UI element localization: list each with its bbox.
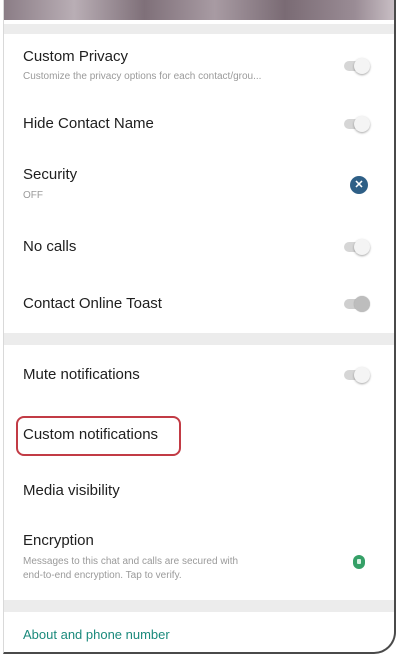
- hide-contact-name-row[interactable]: Hide Contact Name: [4, 100, 394, 150]
- hide-contact-name-title: Hide Contact Name: [23, 115, 154, 132]
- toggle-knob: [354, 116, 370, 132]
- custom-privacy-subtitle: Customize the privacy options for each c…: [23, 71, 262, 82]
- encryption-row[interactable]: Encryption Messages to this chat and cal…: [4, 524, 394, 594]
- encryption-subtitle-line1: Messages to this chat and calls are secu…: [23, 556, 239, 567]
- media-visibility-row[interactable]: Media visibility: [4, 472, 394, 512]
- media-visibility-title: Media visibility: [23, 482, 120, 499]
- mute-notifications-toggle[interactable]: [344, 367, 370, 383]
- contact-online-toast-title: Contact Online Toast: [23, 295, 162, 312]
- mute-notifications-title: Mute notifications: [23, 366, 140, 383]
- custom-notifications-row[interactable]: Custom notifications: [4, 416, 394, 456]
- toggle-knob: [354, 58, 370, 74]
- settings-screen: Custom Privacy Customize the privacy opt…: [3, 0, 396, 654]
- custom-privacy-toggle[interactable]: [344, 58, 370, 74]
- encryption-subtitle-line2: end-to-end encryption. Tap to verify.: [23, 570, 182, 581]
- custom-notifications-title: Custom notifications: [23, 426, 159, 443]
- toggle-knob: [354, 367, 370, 383]
- toggle-knob: [354, 239, 370, 255]
- no-calls-row[interactable]: No calls: [4, 222, 394, 272]
- close-circle-icon[interactable]: ✕: [350, 176, 368, 194]
- no-calls-title: No calls: [23, 238, 77, 255]
- about-phone-link[interactable]: About and phone number: [23, 627, 170, 642]
- contact-online-toast-row[interactable]: Contact Online Toast: [4, 280, 394, 330]
- toggle-knob: [354, 296, 370, 312]
- lock-icon: [353, 555, 365, 569]
- custom-privacy-row[interactable]: Custom Privacy Customize the privacy opt…: [4, 34, 394, 94]
- section-divider: [4, 24, 394, 34]
- encryption-title: Encryption: [23, 532, 94, 549]
- contact-online-toast-toggle[interactable]: [344, 296, 370, 312]
- security-row[interactable]: Security OFF ✕: [4, 158, 394, 216]
- section-divider: [4, 333, 394, 345]
- header-image-strip: [4, 0, 394, 20]
- mute-notifications-row[interactable]: Mute notifications: [4, 350, 394, 400]
- security-status: OFF: [23, 190, 43, 201]
- security-title: Security: [23, 166, 78, 183]
- hide-contact-name-toggle[interactable]: [344, 116, 370, 132]
- no-calls-toggle[interactable]: [344, 239, 370, 255]
- custom-privacy-title: Custom Privacy: [23, 48, 129, 65]
- section-divider: [4, 600, 394, 612]
